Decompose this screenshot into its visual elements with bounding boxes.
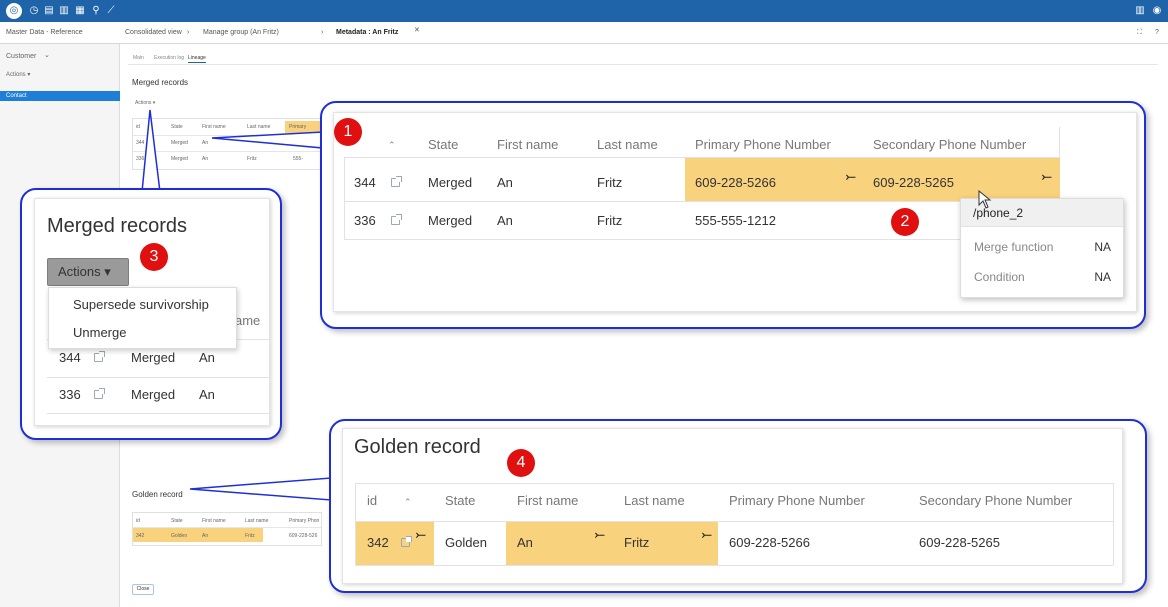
header-last-name-partial[interactable]: ame [235, 313, 260, 328]
merge-source-icon[interactable]: ⤚ [595, 527, 605, 542]
actions-menu: Supersede survivorship Unmerge [48, 287, 237, 349]
mouse-cursor-icon [978, 190, 992, 209]
cell-primary-phone: 555-555-1212 [695, 213, 776, 228]
cell-secondary-phone: 609-228-5265 [873, 175, 954, 190]
header-first-name[interactable]: First name [497, 137, 558, 152]
open-record-icon[interactable] [401, 536, 412, 547]
merge-source-icon[interactable]: ⤚ [702, 527, 712, 542]
condition-value: NA [1094, 270, 1111, 284]
header-state[interactable]: State [445, 493, 475, 508]
open-record-icon[interactable] [391, 176, 402, 187]
golden-record-zoom: Golden record id ⌃ State First name Last… [342, 428, 1123, 584]
cell-id[interactable]: 336 [59, 387, 81, 402]
cell-primary-phone: 609-228-5266 [695, 175, 776, 190]
cell-primary-phone: 609-228-5266 [729, 535, 810, 550]
cell-last-name: Fritz [597, 175, 623, 190]
step-badge-4: 4 [507, 449, 535, 477]
merge-function-value: NA [1094, 240, 1111, 254]
open-record-icon[interactable] [94, 388, 105, 399]
cell-state: Merged [428, 175, 473, 190]
cell-state: Merged [131, 387, 176, 402]
open-record-icon[interactable] [391, 214, 402, 225]
cell-first-name: An [199, 387, 215, 402]
cell-id[interactable]: 344 [354, 175, 376, 190]
cell-id[interactable]: 344 [59, 350, 81, 365]
header-last-name[interactable]: Last name [624, 493, 685, 508]
step-badge-2: 2 [891, 208, 919, 236]
actions-dropdown-button[interactable]: Actions ▾ [47, 258, 129, 286]
merge-source-icon[interactable]: ⤚ [416, 527, 426, 542]
sort-ascending-icon[interactable]: ⌃ [404, 497, 412, 508]
header-state[interactable]: State [428, 137, 458, 152]
header-secondary-phone[interactable]: Secondary Phone Number [873, 137, 1026, 152]
golden-record-title: Golden record [354, 436, 481, 458]
menu-item-unmerge[interactable]: Unmerge [73, 325, 126, 340]
merge-function-label: Merge function [974, 240, 1054, 254]
merge-source-icon[interactable]: ⤚ [846, 169, 856, 184]
cell-state: Merged [428, 213, 473, 228]
cell-state: Golden [445, 535, 487, 550]
cell-last-name: Fritz [624, 535, 650, 550]
condition-label: Condition [974, 270, 1025, 284]
cell-first-name: An [517, 535, 533, 550]
cell-id[interactable]: 336 [354, 213, 376, 228]
lineage-popup: /phone_2 Merge function NA Condition NA [960, 198, 1124, 298]
merge-source-icon[interactable]: ⤚ [1042, 169, 1052, 184]
header-last-name[interactable]: Last name [597, 137, 658, 152]
cell-last-name: Fritz [597, 213, 623, 228]
step-badge-1: 1 [334, 118, 362, 146]
cell-secondary-phone: 609-228-5265 [919, 535, 1000, 550]
menu-item-supersede-survivorship[interactable]: Supersede survivorship [73, 297, 209, 312]
cell-id[interactable]: 342 [367, 535, 389, 550]
cell-first-name: An [199, 350, 215, 365]
header-primary-phone[interactable]: Primary Phone Number [695, 137, 831, 152]
header-first-name[interactable]: First name [517, 493, 578, 508]
cell-first-name: An [497, 213, 513, 228]
header-secondary-phone[interactable]: Secondary Phone Number [919, 493, 1072, 508]
header-id[interactable]: id [367, 493, 377, 508]
highlight-name-cells [506, 522, 718, 565]
sort-ascending-icon[interactable]: ⌃ [388, 140, 396, 151]
merged-records-title: Merged records [47, 215, 188, 237]
cell-state: Merged [131, 350, 176, 365]
cell-first-name: An [497, 175, 513, 190]
open-record-icon[interactable] [94, 351, 105, 362]
step-badge-3: 3 [140, 243, 168, 271]
header-primary-phone[interactable]: Primary Phone Number [729, 493, 865, 508]
